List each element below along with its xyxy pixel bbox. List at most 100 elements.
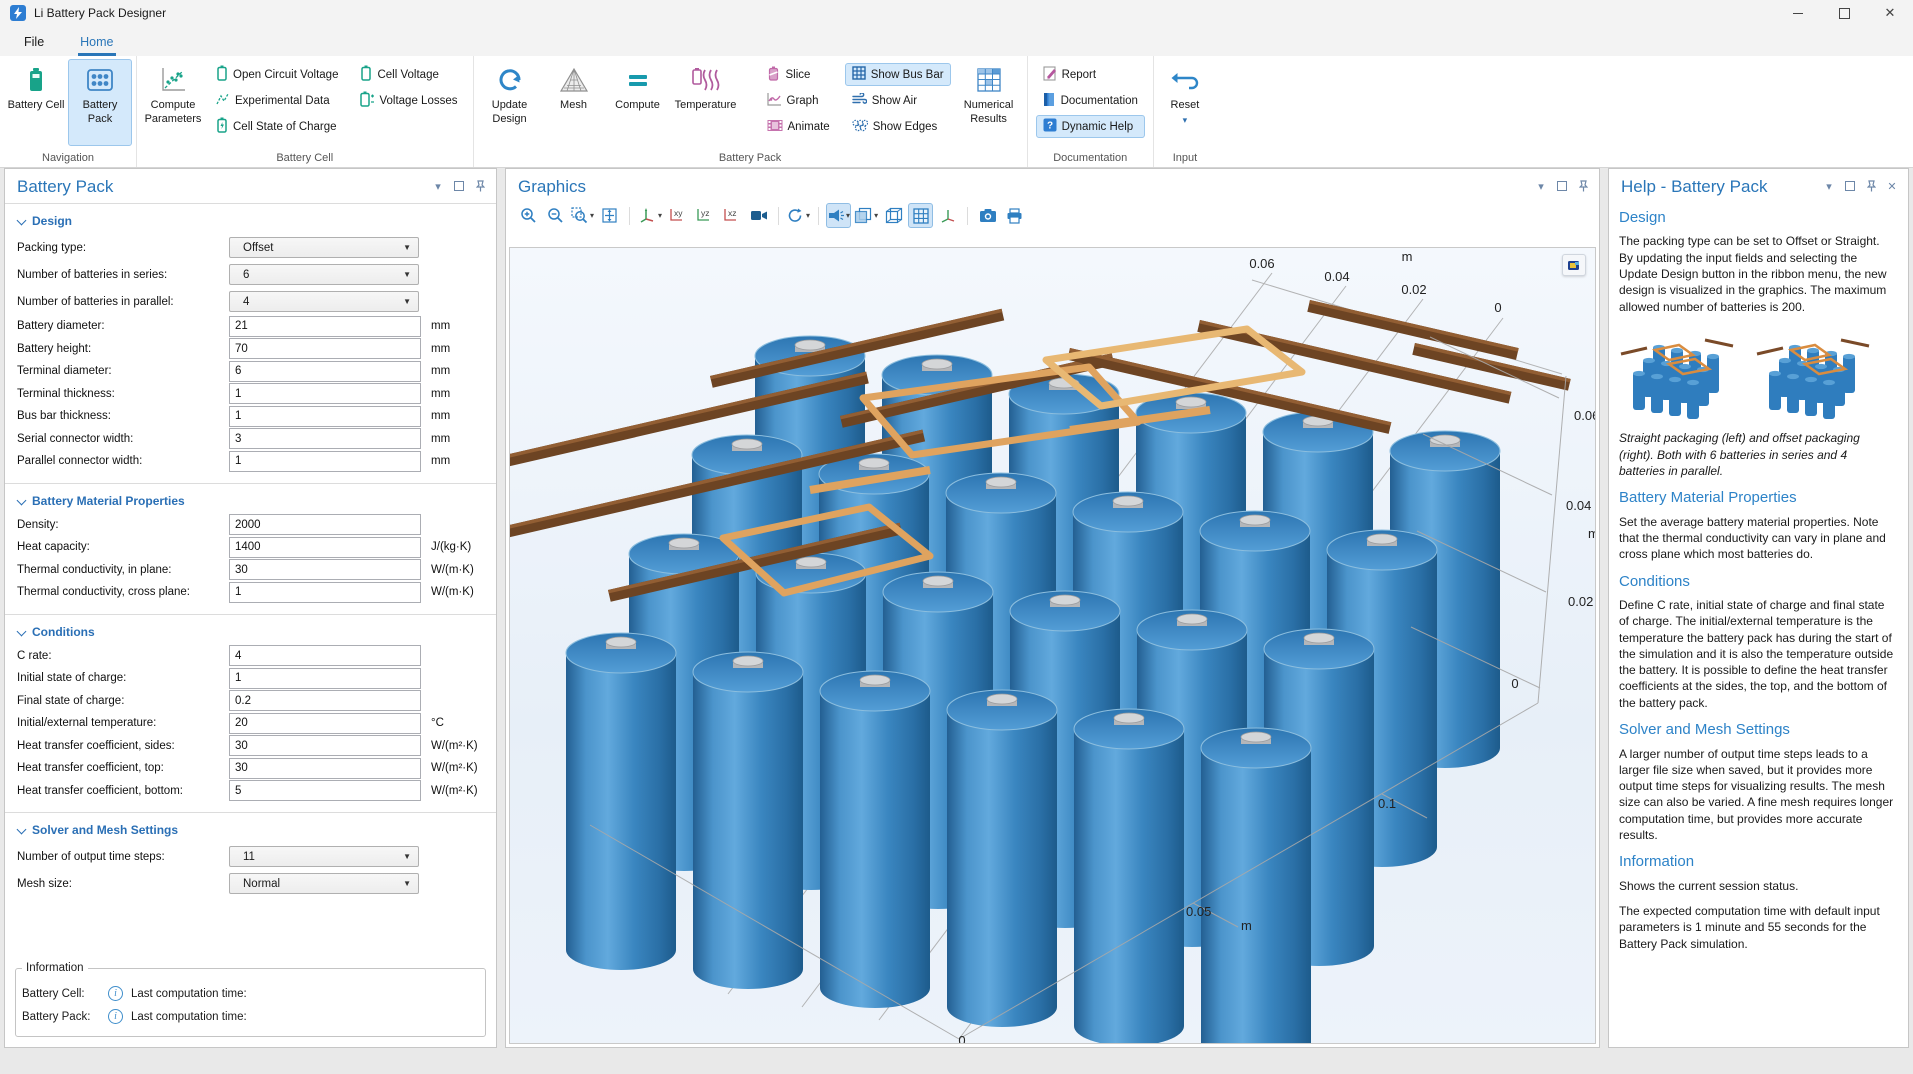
graph-button[interactable]: Graph [760, 89, 837, 112]
htc-bottom-input[interactable] [229, 780, 421, 801]
output-time-steps-dropdown[interactable]: 11▼ [229, 846, 419, 867]
panel-float-icon[interactable] [453, 180, 465, 192]
slice-button[interactable]: Slice [760, 63, 837, 86]
dropdown-arrow-icon: ▼ [403, 297, 411, 306]
ribbon-group-label: Navigation [4, 150, 132, 167]
update-design-button[interactable]: Update Design [478, 59, 542, 146]
panel-pin-icon[interactable] [1865, 180, 1877, 192]
thermal-conductivity-cross-plane-input[interactable] [229, 582, 421, 603]
minimize-button[interactable] [1775, 0, 1821, 26]
animate-button[interactable]: Animate [760, 115, 837, 138]
documentation-button[interactable]: Documentation [1036, 89, 1145, 112]
graphics-panel-title: Graphics [518, 177, 586, 197]
temperature-button[interactable]: Temperature [670, 59, 742, 146]
panel-menu-chevron-icon[interactable]: ▾ [1535, 180, 1547, 192]
tab-home[interactable]: Home [68, 29, 125, 56]
help-heading-material: Battery Material Properties [1619, 488, 1896, 508]
battery-height-input[interactable] [229, 338, 421, 359]
field-row: C rate: [5, 645, 496, 668]
htc-sides-input[interactable] [229, 735, 421, 756]
show-edges-button[interactable]: Show Edges [845, 115, 951, 138]
zoom-in-icon[interactable] [516, 203, 541, 228]
cell-voltage-button[interactable]: Cell Voltage [353, 63, 464, 86]
bus-bar-thickness-input[interactable] [229, 406, 421, 427]
panel-float-icon[interactable] [1556, 180, 1568, 192]
reset-button[interactable]: Reset ▾ [1158, 59, 1212, 146]
mesh-size-dropdown[interactable]: Normal▼ [229, 873, 419, 894]
rotate-icon[interactable]: ▾ [786, 203, 811, 228]
close-button[interactable]: ✕ [1867, 0, 1913, 26]
print-icon[interactable] [1002, 203, 1027, 228]
packing-type-dropdown[interactable]: Offset▼ [229, 237, 419, 258]
view-xy-icon[interactable]: xy [665, 203, 690, 228]
show-bus-bar-button[interactable]: Show Bus Bar [845, 63, 951, 86]
voltage-losses-button[interactable]: Voltage Losses [353, 89, 464, 112]
image-snapshot-icon[interactable] [975, 203, 1000, 228]
zoom-out-icon[interactable] [543, 203, 568, 228]
c-rate-input[interactable] [229, 645, 421, 666]
reset-dropdown-chevron[interactable]: ▾ [1183, 115, 1188, 126]
tab-file[interactable]: File [12, 29, 56, 56]
section-battery-material-properties[interactable]: Battery Material Properties [17, 494, 486, 508]
dynamic-help-button[interactable]: ? Dynamic Help [1036, 115, 1145, 138]
wireframe-icon[interactable] [881, 203, 906, 228]
final-soc-input[interactable] [229, 690, 421, 711]
view-orientation-icon[interactable]: ▾ [637, 203, 663, 228]
info-row: Battery Pack: i Last computation time: [22, 1005, 477, 1028]
report-button[interactable]: Report [1036, 63, 1145, 86]
zoom-extents-icon[interactable] [597, 203, 622, 228]
info-icon[interactable]: i [108, 1009, 123, 1024]
view-xz-icon[interactable]: xz [719, 203, 744, 228]
show-axis-icon[interactable] [935, 203, 960, 228]
experimental-data-button[interactable]: Experimental Data [209, 89, 345, 112]
battery-diameter-input[interactable] [229, 316, 421, 337]
mesh-button[interactable]: Mesh [542, 59, 606, 146]
initial-external-temperature-input[interactable] [229, 713, 421, 734]
open-circuit-voltage-button[interactable]: Open Circuit Voltage [209, 63, 345, 86]
battery-pack-button[interactable]: Battery Pack [68, 59, 132, 146]
batteries-parallel-dropdown[interactable]: 4▼ [229, 291, 419, 312]
compute-parameters-button[interactable]: Compute Parameters [141, 59, 205, 146]
ribbon-group-documentation: Report Documentation ? Dynamic Help Docu… [1028, 56, 1154, 167]
transparency-icon[interactable]: ▾ [853, 203, 879, 228]
panel-menu-chevron-icon[interactable]: ▾ [432, 180, 444, 192]
info-icon[interactable]: i [108, 986, 123, 1001]
heat-capacity-input[interactable] [229, 537, 421, 558]
panel-pin-icon[interactable] [474, 180, 486, 192]
scene-light-icon[interactable]: ▾ [826, 203, 851, 228]
camera-view-icon[interactable] [746, 203, 771, 228]
panel-close-icon[interactable]: ✕ [1886, 180, 1898, 192]
canvas-context-button[interactable] [1562, 254, 1586, 276]
graphics-toolbar: ▾ ▾ xy yz xz ▾ ▾ ▾ [506, 197, 1599, 232]
maximize-button[interactable] [1821, 0, 1867, 26]
report-icon [1043, 66, 1057, 84]
view-yz-icon[interactable]: yz [692, 203, 717, 228]
numerical-results-button[interactable]: Numerical Results [955, 59, 1023, 146]
compute-button[interactable]: Compute [606, 59, 670, 146]
thermal-conductivity-in-plane-input[interactable] [229, 559, 421, 580]
panel-pin-icon[interactable] [1577, 180, 1589, 192]
battery-cell-button[interactable]: Battery Cell [4, 59, 68, 146]
panel-float-icon[interactable] [1844, 180, 1856, 192]
section-solver-mesh-settings[interactable]: Solver and Mesh Settings [17, 823, 486, 837]
show-air-button[interactable]: Show Air [845, 89, 951, 112]
graphics-canvas[interactable]: 0.06 0.04 0.02 0 m 0.06 0.04 m 0.02 0 0.… [509, 247, 1596, 1044]
cell-state-of-charge-button[interactable]: Cell State of Charge [209, 115, 345, 138]
help-heading-design: Design [1619, 208, 1896, 228]
density-input[interactable] [229, 514, 421, 535]
serial-connector-width-input[interactable] [229, 428, 421, 449]
section-design[interactable]: Design [17, 214, 486, 228]
batteries-series-dropdown[interactable]: 6▼ [229, 264, 419, 285]
initial-soc-input[interactable] [229, 668, 421, 689]
zoom-box-icon[interactable]: ▾ [570, 203, 595, 228]
field-row: Parallel connector width:mm [5, 450, 496, 473]
htc-top-input[interactable] [229, 758, 421, 779]
show-grid-icon[interactable] [908, 203, 933, 228]
axis-tick: 0.06 [1574, 408, 1596, 423]
panel-menu-chevron-icon[interactable]: ▾ [1823, 180, 1835, 192]
section-conditions[interactable]: Conditions [17, 625, 486, 639]
parallel-connector-width-input[interactable] [229, 451, 421, 472]
terminal-thickness-input[interactable] [229, 383, 421, 404]
graphics-panel: Graphics ▾ ▾ ▾ xy yz xz ▾ ▾ ▾ [505, 168, 1600, 1048]
terminal-diameter-input[interactable] [229, 361, 421, 382]
